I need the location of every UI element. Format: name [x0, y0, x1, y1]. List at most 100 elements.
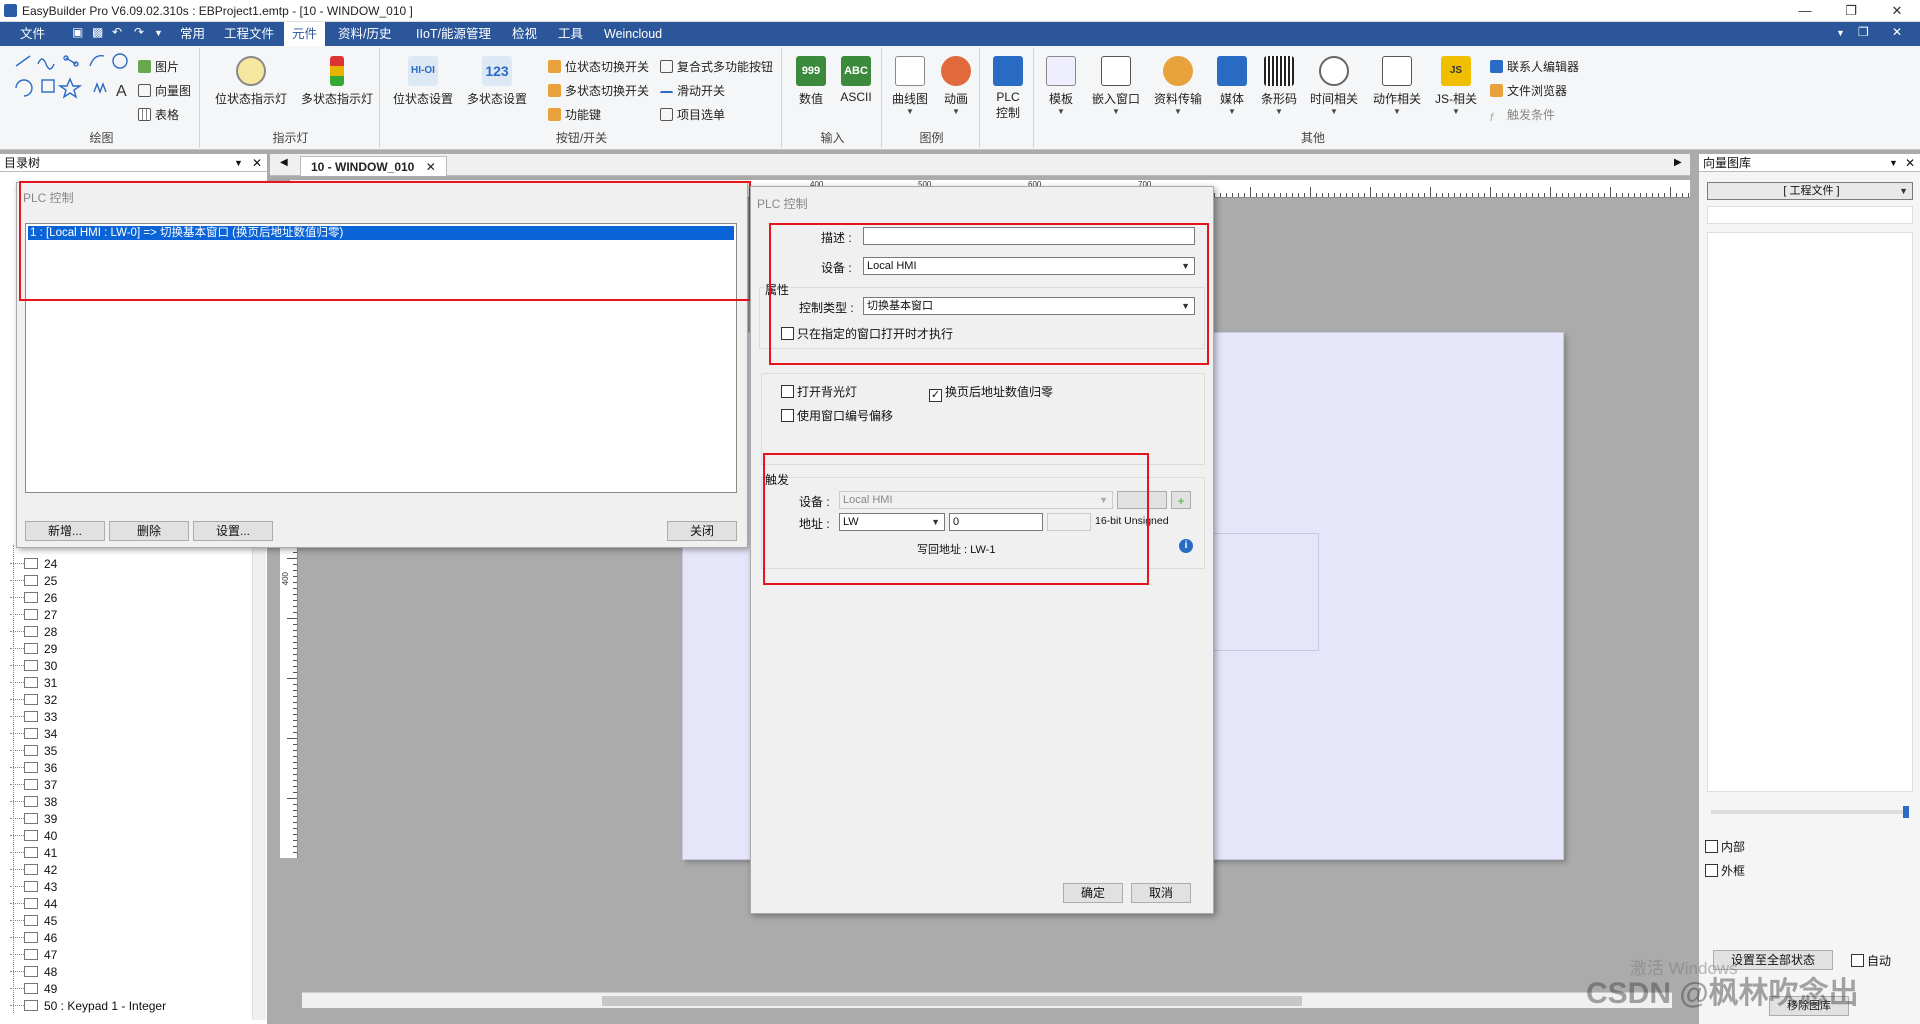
- library-dropdown[interactable]: [ 工程文件 ] ▼: [1707, 182, 1913, 200]
- tree-item[interactable]: 32: [10, 692, 57, 709]
- tab-project[interactable]: 工程文件: [216, 22, 282, 46]
- save-all-icon[interactable]: ▩: [92, 25, 103, 39]
- tab-objects[interactable]: 元件: [284, 22, 326, 46]
- tab-view[interactable]: 检视: [504, 22, 545, 46]
- close-icon[interactable]: ✕: [1874, 0, 1920, 22]
- tree-item[interactable]: 44: [10, 896, 57, 913]
- tree-item[interactable]: 43: [10, 879, 57, 896]
- plc-control-button[interactable]: PLC 控制: [986, 56, 1030, 121]
- slide-switch-button[interactable]: 滑动开关: [660, 82, 725, 99]
- customize-icon[interactable]: ▼: [154, 28, 163, 38]
- auto-checkbox[interactable]: 自动: [1851, 952, 1891, 969]
- tree-item[interactable]: 29: [10, 641, 57, 658]
- minimize-icon[interactable]: —: [1782, 0, 1828, 22]
- trigger-condition-button[interactable]: f 触发条件: [1490, 106, 1555, 125]
- contacts-editor-button[interactable]: 联系人编辑器: [1490, 58, 1579, 75]
- panel-close-icon[interactable]: ✕: [252, 154, 262, 172]
- transfer-button[interactable]: 资料传输 ▼: [1148, 56, 1208, 116]
- backlight-checkbox[interactable]: 打开背光灯: [781, 383, 857, 400]
- close-button[interactable]: 关闭: [667, 521, 737, 541]
- reset-after-checkbox[interactable]: ✓ 换页后地址数值归零: [929, 383, 1053, 402]
- bit-switch-button[interactable]: 位状态切换开关: [548, 58, 649, 75]
- tab-close-icon[interactable]: ✕: [426, 160, 436, 174]
- template-button[interactable]: 模板 ▼: [1038, 56, 1084, 116]
- tree-item[interactable]: 48: [10, 964, 57, 981]
- tree-item[interactable]: 26: [10, 590, 57, 607]
- h-scroll-thumb[interactable]: [602, 996, 1302, 1006]
- panel-pin-icon[interactable]: ▼: [1889, 154, 1898, 172]
- restore-icon[interactable]: ❐: [1828, 0, 1874, 22]
- tree-item[interactable]: 46: [10, 930, 57, 947]
- js-button[interactable]: JS JS-相关 ▼: [1428, 56, 1484, 116]
- tree-item[interactable]: 25: [10, 573, 57, 590]
- barcode-button[interactable]: 条形码 ▼: [1256, 56, 1302, 116]
- action-button[interactable]: 动作相关 ▼: [1366, 56, 1428, 116]
- panel-pin-icon[interactable]: ▼: [234, 154, 243, 172]
- tree-item[interactable]: 31: [10, 675, 57, 692]
- bit-lamp-button[interactable]: 位状态指示灯: [212, 56, 290, 107]
- option-list-button[interactable]: 项目选单: [660, 106, 725, 123]
- menu-file[interactable]: 文件: [12, 22, 53, 46]
- tree-item[interactable]: 37: [10, 777, 57, 794]
- tree-item[interactable]: 27: [10, 607, 57, 624]
- tab-iiot[interactable]: IIoT/能源管理: [408, 22, 499, 46]
- vector-button[interactable]: 向量图: [138, 82, 191, 99]
- tree-item[interactable]: 50 : Keypad 1 - Integer: [10, 998, 166, 1015]
- delete-button[interactable]: 删除: [109, 521, 189, 541]
- library-search-input[interactable]: [1707, 206, 1913, 224]
- tree-item[interactable]: 36: [10, 760, 57, 777]
- tree-item[interactable]: 28: [10, 624, 57, 641]
- add-button[interactable]: 新增...: [25, 521, 105, 541]
- embed-window-button[interactable]: 嵌入窗口 ▼: [1086, 56, 1146, 116]
- tree-item[interactable]: 30: [10, 658, 57, 675]
- tree-item[interactable]: 39: [10, 811, 57, 828]
- function-key-button[interactable]: 功能键: [548, 106, 601, 123]
- media-button[interactable]: 媒体 ▼: [1210, 56, 1254, 116]
- tab-common[interactable]: 常用: [172, 22, 213, 46]
- settings-button[interactable]: 设置...: [193, 521, 273, 541]
- tree-item[interactable]: 34: [10, 726, 57, 743]
- word-lamp-button[interactable]: 多状态指示灯: [296, 56, 378, 107]
- panel-close-icon[interactable]: ✕: [1905, 154, 1915, 172]
- add-device-icon[interactable]: +: [1171, 491, 1191, 509]
- size-slider[interactable]: [1711, 806, 1909, 818]
- save-icon[interactable]: ▣: [72, 25, 83, 39]
- tree-item[interactable]: 35: [10, 743, 57, 760]
- tab-weincloud[interactable]: Weincloud: [596, 22, 670, 46]
- tab-window-010[interactable]: 10 - WINDOW_010 ✕: [300, 156, 447, 176]
- redo-icon[interactable]: ↷: [134, 25, 144, 39]
- mdi-close-icon[interactable]: ✕: [1892, 25, 1902, 39]
- mdi-restore-icon[interactable]: ❐: [1858, 25, 1869, 39]
- tab-scroll-left-icon[interactable]: ◀: [280, 157, 288, 168]
- tree-item[interactable]: 47: [10, 947, 57, 964]
- tree-item[interactable]: 41: [10, 845, 57, 862]
- tree-item[interactable]: 45: [10, 913, 57, 930]
- undo-icon[interactable]: ↶: [112, 25, 122, 39]
- external-checkbox[interactable]: 外框: [1705, 862, 1745, 879]
- tree-item[interactable]: 42: [10, 862, 57, 879]
- library-preview[interactable]: [1707, 232, 1913, 792]
- ok-button[interactable]: 确定: [1063, 883, 1123, 903]
- trend-button[interactable]: 曲线图 ▼: [888, 56, 932, 116]
- tree-item[interactable]: 33: [10, 709, 57, 726]
- ribbon-collapse-icon[interactable]: ▼: [1836, 28, 1845, 38]
- tree-item[interactable]: 38: [10, 794, 57, 811]
- use-offset-checkbox[interactable]: 使用窗口编号偏移: [781, 407, 893, 424]
- numeric-button[interactable]: 999 数值: [792, 56, 830, 107]
- ascii-button[interactable]: ABC ASCII: [834, 56, 878, 104]
- tab-tools[interactable]: 工具: [550, 22, 591, 46]
- tab-data-history[interactable]: 资料/历史: [330, 22, 399, 46]
- table-button[interactable]: 表格: [138, 106, 179, 123]
- time-button[interactable]: 时间相关 ▼: [1304, 56, 1364, 116]
- internal-checkbox[interactable]: 内部: [1705, 838, 1745, 855]
- tree-item[interactable]: 49: [10, 981, 57, 998]
- file-browser-button[interactable]: 文件浏览器: [1490, 82, 1567, 99]
- tab-scroll-right-icon[interactable]: ▶: [1674, 157, 1682, 168]
- bit-set-button[interactable]: HI-OI 位状态设置: [390, 56, 456, 107]
- picture-button[interactable]: 图片: [138, 58, 179, 75]
- word-set-button[interactable]: 123 多状态设置: [464, 56, 530, 107]
- shape-tools-icon[interactable]: A: [12, 52, 132, 112]
- canvas-h-scrollbar[interactable]: [302, 992, 1672, 1008]
- cancel-button[interactable]: 取消: [1131, 883, 1191, 903]
- multi-switch-button[interactable]: 多状态切换开关: [548, 82, 649, 99]
